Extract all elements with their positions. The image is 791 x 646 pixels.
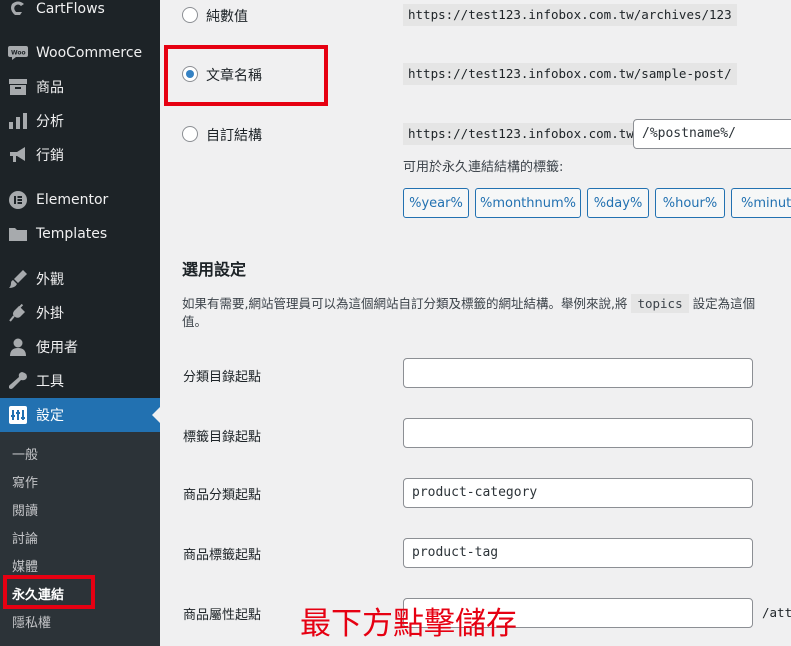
tools-icon xyxy=(8,371,28,391)
menu-label: 分析 xyxy=(36,114,64,130)
menu-label: 商品 xyxy=(36,80,64,96)
menu-marketing[interactable]: 行銷 xyxy=(0,138,160,172)
woocommerce-icon: Woo xyxy=(8,43,28,63)
submenu-general[interactable]: 一般 xyxy=(12,444,38,463)
submenu-writing[interactable]: 寫作 xyxy=(12,472,38,491)
post-name-highlight-box xyxy=(164,45,328,106)
tag-minute-button[interactable]: %minute xyxy=(731,188,791,218)
example-url-post-name: https://test123.infobox.com.tw/sample-po… xyxy=(403,63,737,85)
tags-caption: 可用於永久連結結構的標籤: xyxy=(403,160,564,175)
admin-sidebar: CartFlows Woo WooCommerce 商品 分析 行銷 Eleme… xyxy=(0,0,160,646)
menu-cartflows[interactable]: CartFlows xyxy=(0,0,160,26)
plugins-icon xyxy=(8,303,28,323)
menu-products[interactable]: 商品 xyxy=(0,70,160,104)
submenu-privacy[interactable]: 隱私權 xyxy=(12,612,51,631)
menu-label: 行銷 xyxy=(36,148,64,164)
product-tag-base-input[interactable]: product-tag xyxy=(403,538,753,568)
product-category-base-input[interactable]: product-category xyxy=(403,478,753,508)
appearance-icon xyxy=(8,269,28,289)
menu-plugins[interactable]: 外掛 xyxy=(0,296,160,330)
settings-icon xyxy=(8,405,28,425)
menu-label: Elementor xyxy=(36,192,109,208)
settings-submenu: 一般 寫作 閱讀 討論 媒體 永久連結 隱私權 xyxy=(0,432,160,646)
product-attribute-suffix: /att xyxy=(762,605,791,620)
radio-custom[interactable] xyxy=(182,126,198,142)
main-content: 純數值 https://test123.infobox.com.tw/archi… xyxy=(160,0,791,646)
menu-label: 設定 xyxy=(36,408,64,424)
cartflows-icon xyxy=(8,0,28,19)
example-url-plain: https://test123.infobox.com.tw/archives/… xyxy=(403,4,737,26)
tag-day-button[interactable]: %day% xyxy=(587,188,649,218)
option-label-plain: 純數值 xyxy=(206,9,248,25)
category-base-label: 分類目錄起點 xyxy=(183,370,262,385)
submenu-reading[interactable]: 閱讀 xyxy=(12,500,38,519)
option-label-custom: 自訂結構 xyxy=(206,128,262,144)
product-category-base-label: 商品分類起點 xyxy=(183,488,262,503)
menu-woocommerce[interactable]: Woo WooCommerce xyxy=(0,36,160,70)
menu-templates[interactable]: Templates xyxy=(0,217,160,251)
menu-label: Templates xyxy=(36,226,108,242)
desc-text: 如果有需要,網站管理員可以為這個網站自訂分類及標籤的網址結構。舉例來說,將 xyxy=(182,296,628,311)
desc-code: topics xyxy=(631,294,689,313)
tag-base-label: 標籤目錄起點 xyxy=(183,430,262,445)
menu-analytics[interactable]: 分析 xyxy=(0,104,160,138)
tag-monthnum-button[interactable]: %monthnum% xyxy=(475,188,581,218)
desc-line-2: 值。 xyxy=(182,314,208,329)
menu-appearance[interactable]: 外觀 xyxy=(0,262,160,296)
menu-users[interactable]: 使用者 xyxy=(0,330,160,364)
active-indicator xyxy=(152,407,160,423)
category-base-input[interactable] xyxy=(403,358,753,388)
tag-base-input[interactable] xyxy=(403,418,753,448)
folder-icon xyxy=(8,224,28,244)
menu-tools[interactable]: 工具 xyxy=(0,364,160,398)
marketing-icon xyxy=(8,145,28,165)
submenu-discussion[interactable]: 討論 xyxy=(12,528,38,547)
users-icon xyxy=(8,337,28,357)
menu-label: 外掛 xyxy=(36,306,64,322)
menu-elementor[interactable]: Elementor xyxy=(0,183,160,217)
optional-section-title: 選用設定 xyxy=(182,260,247,279)
menu-settings[interactable]: 設定 xyxy=(0,398,160,432)
menu-label: CartFlows xyxy=(36,1,105,17)
svg-text:Woo: Woo xyxy=(11,50,26,57)
product-attribute-base-label: 商品屬性起點 xyxy=(183,608,262,623)
desc-text-2: 設定為這個 xyxy=(692,296,756,311)
custom-structure-input[interactable]: /%postname%/ xyxy=(633,119,791,149)
permalinks-highlight-box xyxy=(3,575,95,609)
menu-label: WooCommerce xyxy=(36,45,143,61)
elementor-icon xyxy=(8,190,28,210)
products-icon xyxy=(8,77,28,97)
product-tag-base-label: 商品標籤起點 xyxy=(183,548,262,563)
tag-hour-button[interactable]: %hour% xyxy=(655,188,725,218)
tag-year-button[interactable]: %year% xyxy=(403,188,469,218)
custom-base-url: https://test123.infobox.com.tw xyxy=(403,123,639,145)
analytics-icon xyxy=(8,111,28,131)
menu-label: 外觀 xyxy=(36,272,64,288)
save-hint-annotation: 最下方點擊儲存 xyxy=(300,606,517,642)
optional-section-description: 如果有需要,網站管理員可以為這個網站自訂分類及標籤的網址結構。舉例來說,將 to… xyxy=(182,292,791,340)
submenu-media[interactable]: 媒體 xyxy=(12,556,38,575)
radio-plain[interactable] xyxy=(182,7,198,23)
menu-label: 工具 xyxy=(36,374,64,390)
menu-label: 使用者 xyxy=(36,340,78,356)
